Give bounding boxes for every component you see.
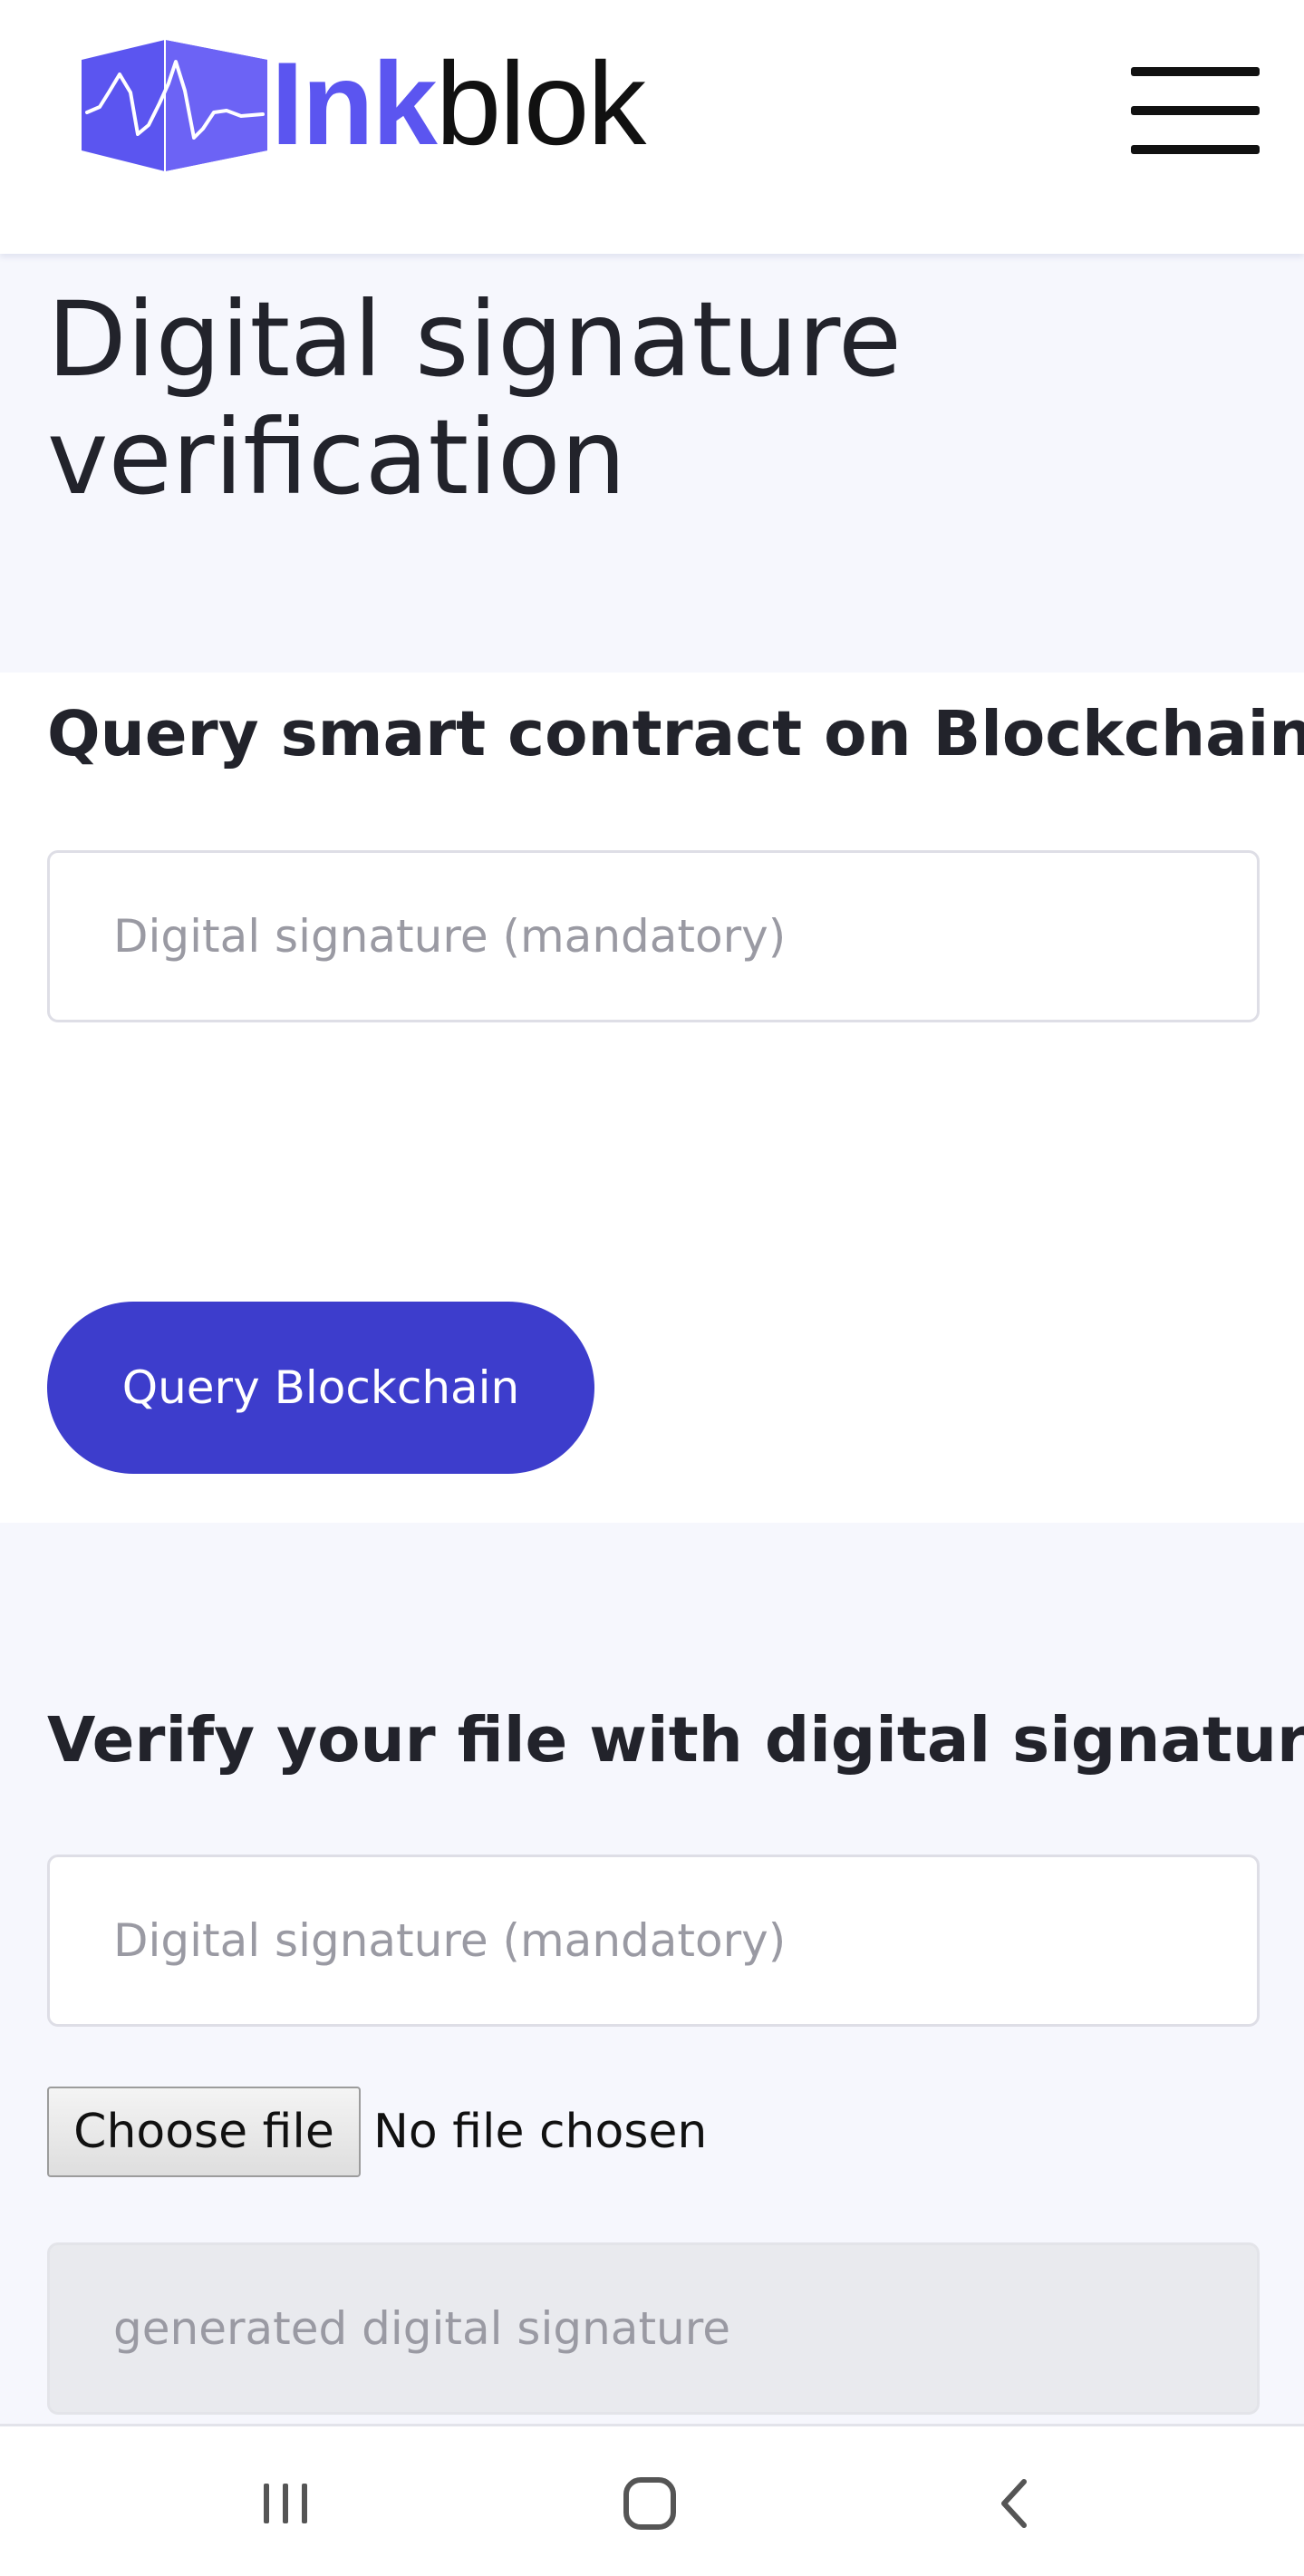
logo-blok-text: blok xyxy=(435,36,646,169)
logo-wordmark: Inkblok xyxy=(271,44,646,162)
page-title: Digital signature verification xyxy=(47,279,902,518)
verify-section-heading: Verify your file with digital signature xyxy=(47,1704,1304,1777)
waveform-cube-logo-icon xyxy=(82,40,267,171)
android-navigation-bar xyxy=(0,2424,1304,2576)
back-icon[interactable] xyxy=(961,2454,1069,2553)
verify-signature-input[interactable] xyxy=(47,1855,1260,2027)
query-section-heading: Query smart contract on Blockchain xyxy=(47,698,1304,770)
site-header: Inkblok xyxy=(0,0,1304,254)
query-signature-input[interactable] xyxy=(47,850,1260,1022)
file-picker: Choose file No file chosen xyxy=(47,2087,707,2177)
file-status-text: No file chosen xyxy=(373,2105,708,2159)
choose-file-button[interactable]: Choose file xyxy=(47,2087,361,2177)
hamburger-menu-icon[interactable] xyxy=(1131,67,1260,154)
home-icon[interactable] xyxy=(595,2454,704,2553)
logo-ink-text: Ink xyxy=(271,36,438,169)
generated-signature-field[interactable] xyxy=(47,2242,1260,2415)
query-blockchain-button[interactable]: Query Blockchain xyxy=(47,1302,594,1474)
inkblok-logo[interactable]: Inkblok xyxy=(82,40,646,171)
recent-apps-icon[interactable] xyxy=(231,2454,340,2553)
